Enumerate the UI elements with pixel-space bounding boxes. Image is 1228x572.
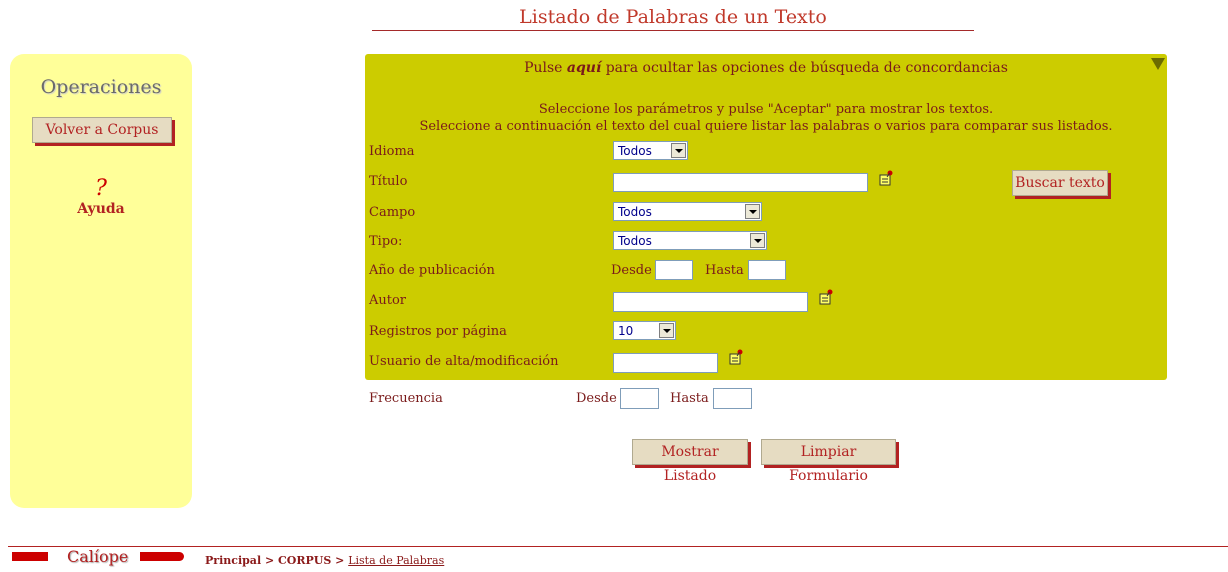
note-pin-icon[interactable] [878,170,894,186]
registros-label: Registros por página [369,324,507,339]
tipo-select[interactable]: Todos [613,231,767,250]
brand-bar-left [12,552,48,561]
frecuencia-hasta-input[interactable] [713,388,752,409]
chevron-down-icon [745,204,760,219]
campo-value: Todos [618,204,652,219]
toggle-options-text: Pulse aquí para ocultar las opciones de … [365,60,1167,76]
frecuencia-desde-input[interactable] [620,388,659,409]
toggle-suffix: para ocultar las opciones de búsqueda de… [601,60,1008,76]
titulo-label: Título [369,174,408,189]
idioma-label: Idioma [369,144,415,159]
usuario-label: Usuario de alta/modificación [369,354,559,369]
breadcrumb-separator: > [331,554,349,567]
brand-bar-right [140,552,184,561]
frecuencia-desde-label: Desde [576,391,617,406]
brand-logo: Calíope [67,547,129,566]
campo-select[interactable]: Todos [613,202,762,221]
breadcrumb-separator: > [261,554,279,567]
search-text-button[interactable]: Buscar texto [1012,170,1108,196]
breadcrumb: Principal > CORPUS > Lista de Palabras [205,554,444,567]
idioma-value: Todos [618,143,652,158]
chevron-down-icon [659,323,674,338]
registros-value: 10 [618,323,634,338]
anio-desde-label: Desde [611,263,652,278]
note-pin-icon[interactable] [728,349,744,365]
breadcrumb-principal[interactable]: Principal [205,554,261,567]
frecuencia-label: Frecuencia [369,391,443,406]
collapse-arrow-icon[interactable] [1151,58,1165,70]
toggle-prefix: Pulse [524,60,567,76]
chevron-down-icon [671,143,686,158]
back-to-corpus-button[interactable]: Volver a Corpus [32,117,172,143]
breadcrumb-current[interactable]: Lista de Palabras [348,554,444,567]
note-pin-icon[interactable] [818,289,834,305]
chevron-down-icon [750,233,765,248]
anio-hasta-input[interactable] [748,260,786,280]
breadcrumb-corpus[interactable]: CORPUS [278,554,331,567]
frecuencia-hasta-label: Hasta [670,391,709,406]
autor-label: Autor [369,293,407,308]
instructions-line-1: Seleccione los parámetros y pulse "Acept… [538,102,994,117]
usuario-input[interactable] [613,353,718,373]
help-link[interactable]: Ayuda [10,201,192,217]
toggle-options-link[interactable]: aquí [567,60,601,76]
registros-select[interactable]: 10 [613,321,676,340]
idioma-select[interactable]: Todos [613,141,688,160]
anio-hasta-label: Hasta [705,263,744,278]
footer-divider [8,546,1228,547]
anio-label: Año de publicación [369,263,495,278]
titulo-input[interactable] [613,173,868,192]
search-options-panel: Pulse aquí para ocultar las opciones de … [365,54,1167,380]
sidebar-title: Operaciones [40,76,162,98]
clear-form-button[interactable]: Limpiar Formulario [761,439,896,484]
campo-label: Campo [369,205,416,220]
tipo-label: Tipo: [369,234,403,249]
show-list-button[interactable]: Mostrar Listado [632,439,748,484]
anio-desde-input[interactable] [655,260,693,280]
page-title: Listado de Palabras de un Texto [372,4,974,31]
tipo-value: Todos [618,233,652,248]
instructions-line-2: Seleccione a continuación el texto del c… [419,119,1113,134]
autor-input[interactable] [613,292,808,312]
help-icon[interactable]: ? [10,176,192,201]
sidebar: Operaciones Volver a Corpus ? Ayuda [10,54,192,508]
